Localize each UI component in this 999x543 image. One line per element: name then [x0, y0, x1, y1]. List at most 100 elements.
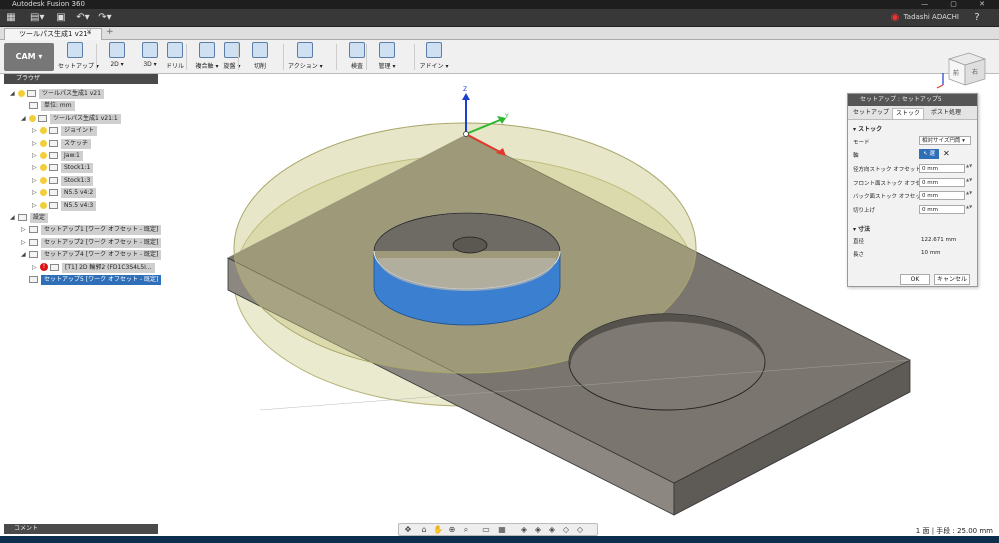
document-tab-title: ツールパス生成1 v21* [19, 30, 92, 38]
dimension-value: 122.671 mm [921, 237, 957, 243]
spinner-icon[interactable]: ▲▼ [966, 191, 972, 200]
close-tab-icon[interactable]: ✕ [86, 28, 92, 36]
dimension-value: 10 mm [921, 250, 941, 256]
axis-label: 軸 [853, 153, 859, 159]
actions-icon [297, 42, 313, 58]
field-label: 切り上げ [853, 207, 876, 214]
undo-icon[interactable]: ↶▾ [76, 12, 90, 24]
mode-select[interactable]: 相対サイズ円筒 ▾ [919, 136, 971, 145]
tab-post-process[interactable]: ポスト処理 [928, 108, 964, 118]
ribbon-cutting-button[interactable]: 切削 [243, 42, 277, 72]
document-tab-bar: ツールパス生成1 v21* ✕ + [0, 27, 999, 40]
view-iso-icon[interactable]: ◇ [561, 525, 571, 535]
ribbon-actions-button[interactable]: アクション ▾ [288, 42, 323, 72]
manage-icon [379, 42, 395, 58]
view-home-icon[interactable]: ◇ [575, 525, 585, 535]
ribbon-inspect-button[interactable]: 検査 [340, 42, 374, 72]
offset-input[interactable]: 0 mm [919, 177, 965, 187]
ribbon-separator [283, 44, 284, 70]
workspace-label: CAM [15, 52, 36, 61]
spinner-icon[interactable]: ▲▼ [966, 177, 972, 187]
field-label: 径方向ストック オフセット [853, 167, 921, 173]
display-settings-icon[interactable]: ▭ [481, 525, 491, 535]
ribbon-label: セットアップ ▾ [58, 63, 99, 70]
tab-stock[interactable]: ストック [892, 108, 925, 119]
user-name[interactable]: Tadashi ADACHI [904, 13, 959, 21]
ribbon-separator [366, 44, 367, 70]
status-scale: 1 面 | 手段 : 25.00 mm [915, 527, 993, 535]
ribbon-label: 管理 ▾ [378, 63, 396, 70]
grid-menu-icon[interactable]: ▦ [4, 12, 18, 24]
dialog-tabs: セットアップ ストック ポスト処理 [848, 106, 977, 120]
quick-access-toolbar: ▦ ▤▾ ▣ ↶▾ ↷▾ ◉ Tadashi ADACHI ? [0, 9, 999, 27]
tab-setup[interactable]: セットアップ [850, 108, 892, 118]
dialog-title: セットアップ : セットアップ5 [860, 96, 942, 103]
view-cube[interactable]: 前 右 [935, 47, 993, 89]
orbit-icon[interactable]: ✥ [403, 525, 413, 535]
ribbon-label: 検査 [350, 63, 363, 70]
comment-bar[interactable]: コメント [4, 524, 158, 534]
ribbon-2d-button[interactable]: 2D ▾ [100, 42, 134, 72]
save-icon[interactable]: ▣ [54, 12, 68, 24]
view-right-icon[interactable]: ◈ [547, 525, 557, 535]
z-axis-label: Z [463, 86, 467, 93]
dimension-label: 直径 [853, 239, 865, 245]
ribbon-separator [414, 44, 415, 70]
stock-section-header[interactable]: ▾ ストック [853, 124, 882, 133]
ribbon-manage-button[interactable]: 管理 ▾ [370, 42, 404, 72]
redo-icon[interactable]: ↷▾ [98, 12, 112, 24]
look-at-icon[interactable]: ⌂ [419, 525, 429, 535]
2d-icon [109, 42, 125, 58]
title-bar: Autodesk Fusion 360 — ▢ ✕ [0, 0, 999, 9]
offset-input[interactable]: 0 mm [919, 164, 965, 173]
ribbon-separator [238, 44, 239, 70]
grid-settings-icon[interactable]: ▦ [497, 525, 507, 535]
new-tab-icon[interactable]: + [106, 27, 114, 37]
viewcube-front-label: 前 [953, 69, 959, 77]
workspace-switcher[interactable]: CAM ▾ [4, 43, 54, 71]
drill-icon [167, 42, 183, 58]
ribbon-label: アドイン ▾ [419, 63, 449, 70]
addins-icon [426, 42, 442, 58]
comment-label: コメント [14, 525, 39, 532]
app-title: Autodesk Fusion 360 [12, 0, 85, 8]
setup-dialog: セットアップ : セットアップ5 セットアップ ストック ポスト処理 ▾ ストッ… [847, 93, 978, 287]
navigation-toolbar: ✥ ⌂ ✋ ⊕ ⌕ ▭ ▦ ◈ ◈ ◈ ◇ ◇ [398, 523, 598, 536]
clear-axis-icon[interactable]: ✕ [943, 149, 950, 159]
ribbon-toolbar: CAM ▾ セットアップ ▾ 2D ▾ 3D ▾ ドリル 複合軸 ▾ 旋盤 ▾ 切削 アクショ… [0, 40, 999, 74]
record-icon[interactable]: ◉ [888, 12, 902, 24]
ribbon-addins-button[interactable]: アドイン ▾ [417, 42, 451, 72]
view-top-icon[interactable]: ◈ [533, 525, 543, 535]
center-hole [452, 236, 488, 254]
field-label: バック面ストック オフセット [853, 194, 927, 200]
ribbon-label: 2D ▾ [110, 61, 124, 68]
viewcube-right-label: 右 [972, 68, 978, 76]
ribbon-separator [186, 44, 187, 70]
mode-select-value: 相対サイズ円筒 [922, 138, 961, 144]
pan-icon[interactable]: ✋ [433, 525, 443, 535]
inspect-icon [349, 42, 365, 58]
dimension-label: 長さ [853, 252, 865, 258]
dialog-header: セットアップ : セットアップ5 [848, 94, 977, 106]
spinner-icon[interactable]: ▲▼ [966, 204, 972, 214]
zoom-icon[interactable]: ⊕ [447, 525, 457, 535]
window-controls[interactable]: — ▢ ✕ [921, 0, 995, 9]
cancel-button[interactable]: キャンセル [934, 274, 970, 285]
cutting-icon [252, 42, 268, 58]
ribbon-separator [96, 44, 97, 70]
fit-icon[interactable]: ⌕ [461, 525, 471, 535]
multi-axis-icon [199, 42, 215, 58]
offset-input[interactable]: 0 mm [919, 204, 965, 214]
offset-input[interactable]: 0 mm [919, 191, 965, 200]
spinner-icon[interactable]: ▲▼ [966, 164, 972, 173]
ribbon-label: 切削 [253, 63, 266, 70]
mode-label: モード [853, 140, 870, 146]
dimensions-section-header[interactable]: ▾ 寸法 [853, 224, 870, 233]
ribbon-setup-button[interactable]: セットアップ ▾ [58, 42, 99, 72]
help-icon[interactable]: ? [970, 12, 984, 24]
os-taskbar [0, 536, 999, 543]
ok-button[interactable]: OK [900, 274, 930, 285]
axis-select-button[interactable]: ↖ 選 [919, 149, 939, 159]
file-icon[interactable]: ▤▾ [30, 12, 44, 24]
view-front-icon[interactable]: ◈ [519, 525, 529, 535]
